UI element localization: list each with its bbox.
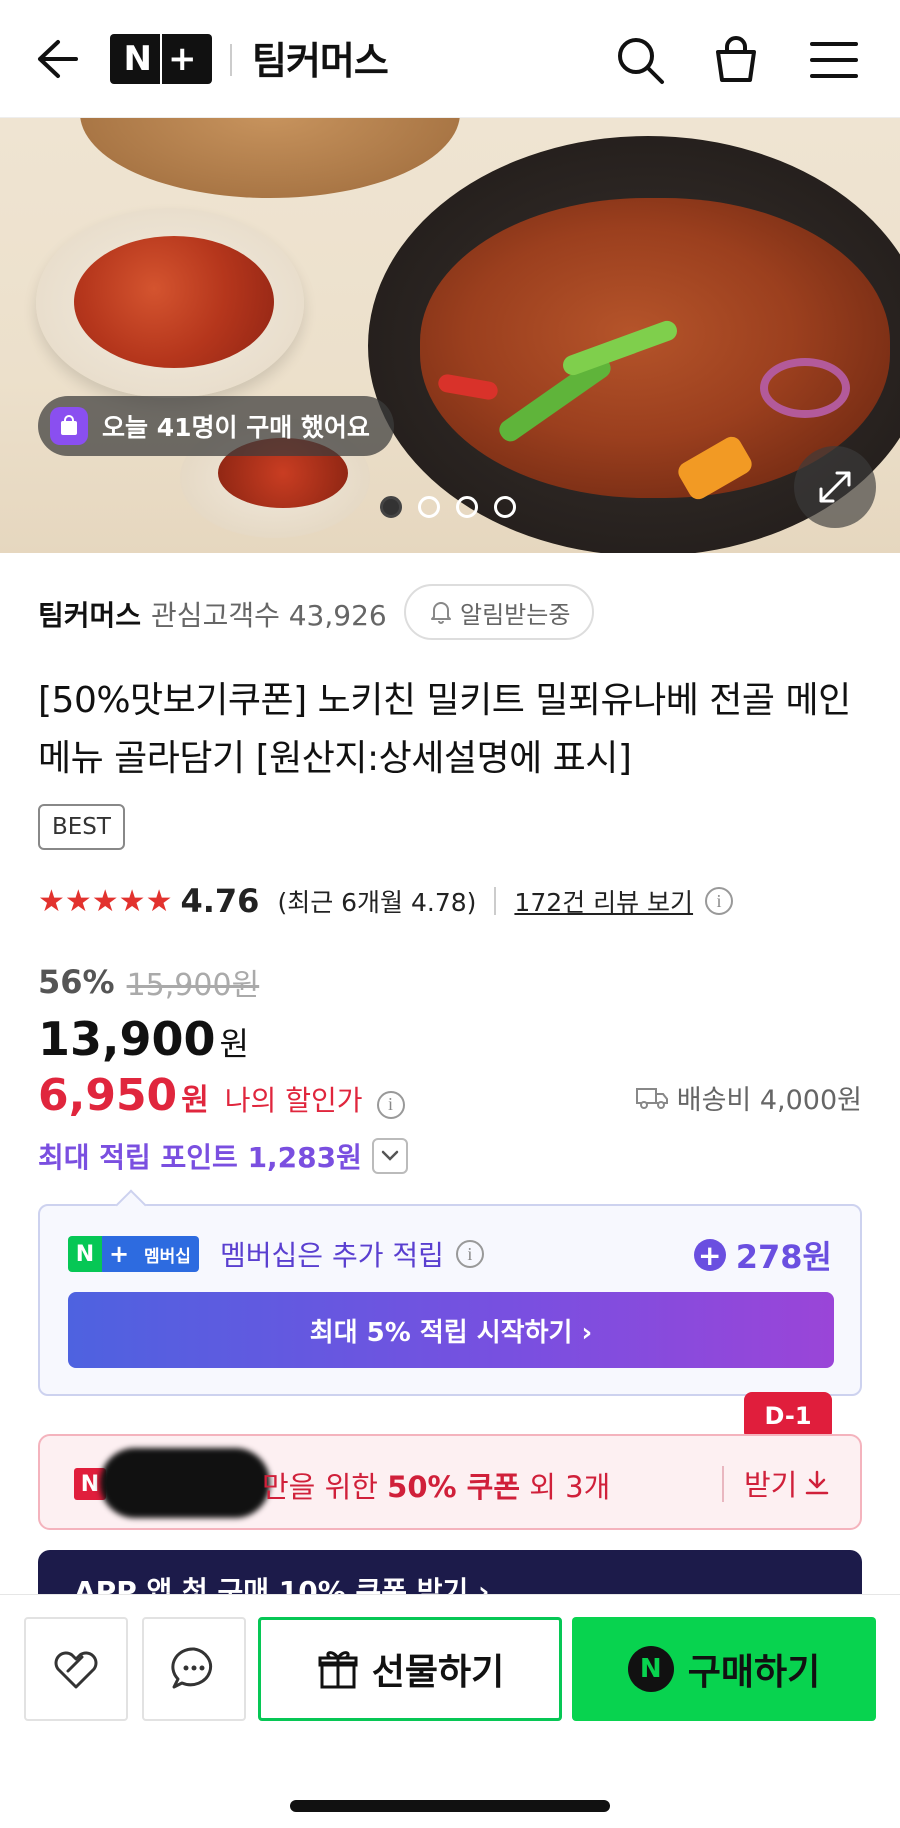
logo-plus: +	[167, 39, 199, 79]
fans-count: 관심고객수 43,926	[151, 599, 387, 632]
membership-badge-plus: +	[102, 1236, 136, 1272]
recent-rating: (최근 6개월 4.78)	[277, 888, 477, 917]
max-points[interactable]: 최대 적립 포인트 1,283원	[38, 1136, 408, 1176]
original-price: 15,900원	[126, 968, 260, 1003]
talk-button[interactable]	[142, 1617, 246, 1721]
my-price-unit: 원	[181, 1083, 209, 1118]
gift-label: 선물하기	[371, 1652, 505, 1693]
heart-link-icon	[54, 1651, 98, 1689]
membership-badge: N + 멤버십	[68, 1236, 199, 1272]
bell-icon	[431, 602, 451, 624]
naver-plus-logo[interactable]: N +	[110, 34, 212, 84]
expand-icon	[819, 471, 851, 503]
best-tag: BEST	[38, 804, 125, 850]
rating-divider	[494, 887, 497, 915]
discount-rate: 56%	[38, 963, 115, 1001]
coupon-text-bold: 50% 쿠폰	[387, 1470, 521, 1504]
download-icon	[806, 1470, 829, 1495]
buy-button[interactable]: N 구매하기	[572, 1617, 876, 1721]
start-membership-button[interactable]: 최대 5% 적립 시작하기 ›	[68, 1292, 834, 1368]
gift-button[interactable]: 선물하기	[258, 1617, 562, 1721]
membership-badge-text: 멤버십	[136, 1236, 199, 1272]
naver-pay-n-icon: N	[627, 1646, 674, 1692]
dday-badge: D-1	[744, 1392, 832, 1450]
coupon-divider	[722, 1466, 724, 1502]
carousel-pagination	[380, 496, 516, 518]
purchase-count-badge: 오늘 41명이 구매 했어요	[38, 396, 394, 456]
product-title: [50%맛보기쿠폰] 노키친 밀키트 밀푀유나베 전골 메인메뉴 골라담기 [원…	[38, 680, 851, 779]
buy-label: 구매하기	[687, 1652, 821, 1693]
my-price-number: 6,950	[38, 1070, 178, 1121]
side-dish-food-image	[74, 236, 274, 368]
back-arrow-icon[interactable]	[34, 36, 80, 82]
membership-text: 멤버십은 추가 적립	[220, 1239, 444, 1272]
logo-divider	[159, 34, 162, 84]
my-discount-price: 6,950 원 나의 할인가 i	[38, 1070, 405, 1121]
menu-icon[interactable]	[808, 34, 860, 86]
redacted-username	[100, 1448, 270, 1518]
rating-row: ★★★★★ 4.76 (최근 6개월 4.78) 172건 리뷰 보기 i	[38, 882, 734, 920]
shopping-bag-badge-icon	[50, 407, 88, 445]
max-points-text: 최대 적립 포인트 1,283원	[38, 1141, 362, 1174]
carousel-dot[interactable]	[418, 496, 440, 518]
chat-bubble-icon	[171, 1647, 213, 1689]
shipping-fee-text: 배송비 4,000원	[676, 1085, 862, 1116]
seller-info: 팀커머스 관심고객수 43,926	[38, 594, 387, 634]
expand-image-button[interactable]	[794, 446, 876, 528]
star-rating-icon: ★★★★★	[38, 883, 173, 919]
gift-icon	[318, 1651, 358, 1689]
sale-price-number: 13,900	[38, 1012, 216, 1066]
header-divider	[230, 44, 232, 76]
coupon-get-label: 받기	[744, 1468, 798, 1502]
my-price-label: 나의 할인가	[224, 1084, 363, 1117]
wishlist-button[interactable]	[24, 1617, 128, 1721]
app-banner-text: APP 앱 첫 구매 10% 쿠폰 받기 ›	[74, 1575, 490, 1596]
notification-label: 알림받는중	[460, 600, 571, 629]
logo-n: N	[123, 39, 154, 79]
bottom-action-bar: 선물하기 N 구매하기	[0, 1594, 900, 1828]
coupon-text-suffix: 외 3개	[520, 1470, 611, 1504]
onion-image	[760, 358, 850, 418]
info-icon[interactable]: i	[376, 1090, 405, 1119]
carousel-dot[interactable]	[494, 496, 516, 518]
coupon-text: 만을 위한 50% 쿠폰 외 3개	[262, 1464, 610, 1506]
carousel-dot[interactable]	[456, 496, 478, 518]
chevron-down-icon[interactable]	[371, 1138, 408, 1174]
shopping-bag-icon[interactable]	[710, 34, 762, 86]
membership-extra-points-value: 278원	[735, 1238, 832, 1276]
reviews-link[interactable]: 172건 리뷰 보기	[514, 883, 693, 919]
info-icon[interactable]: i	[455, 1240, 484, 1268]
truck-icon	[635, 1087, 668, 1109]
coupon-text-prefix: 만을 위한	[262, 1470, 388, 1504]
membership-box: N + 멤버십 멤버십은 추가 적립 i + 278원 최대 5% 적립 시작하…	[38, 1204, 862, 1396]
home-indicator	[290, 1800, 610, 1812]
coupon-banner[interactable]: N 만을 위한 50% 쿠폰 외 3개 받기	[38, 1434, 862, 1530]
membership-text-row: 멤버십은 추가 적립 i	[220, 1234, 484, 1274]
search-icon[interactable]	[614, 34, 666, 86]
plus-circle-icon: +	[693, 1239, 726, 1272]
wooden-board-image	[80, 118, 460, 198]
notification-button[interactable]: 알림받는중	[404, 584, 595, 640]
coupon-get-button[interactable]: 받기	[744, 1462, 831, 1504]
store-name[interactable]: 팀커머스	[252, 30, 389, 85]
membership-extra-points: + 278원	[693, 1232, 832, 1278]
info-icon[interactable]: i	[705, 887, 734, 915]
purchase-count-text: 오늘 41명이 구매 했어요	[102, 413, 370, 442]
sale-price: 13,900 원	[38, 1012, 249, 1066]
rating-score: 4.76	[180, 882, 260, 920]
app-coupon-banner[interactable]: APP 앱 첫 구매 10% 쿠폰 받기 ›	[38, 1550, 862, 1596]
product-image-carousel[interactable]: 오늘 41명이 구매 했어요	[0, 118, 900, 553]
carousel-dot[interactable]	[380, 496, 402, 518]
membership-badge-n: N	[68, 1236, 102, 1272]
discount-row: 56% 15,900원	[38, 960, 259, 1004]
shipping-fee: 배송비 4,000원	[635, 1078, 862, 1117]
seller-name[interactable]: 팀커머스	[38, 594, 141, 634]
sale-price-unit: 원	[219, 1025, 249, 1063]
top-header: N + 팀커머스	[0, 0, 900, 118]
